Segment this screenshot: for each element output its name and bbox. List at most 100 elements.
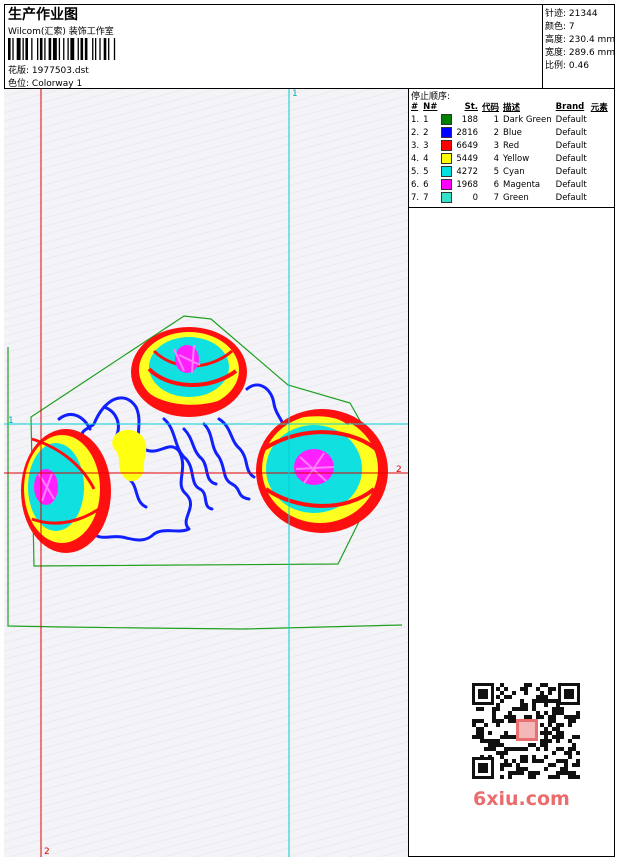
row-desc: Red xyxy=(503,140,520,151)
row-brand: Default xyxy=(555,179,587,190)
stats-panel: 针迹: 21344 颜色: 7 高度: 230.4 mm 宽度: 289.6 m… xyxy=(543,4,615,89)
stop-sequence-table: # N# St. 代码 描述 Brand 元素 1. 1 188 1 Dark Gree… xyxy=(409,101,610,204)
pattern-label: 花版: xyxy=(8,66,30,76)
row-num: 4. xyxy=(411,153,420,164)
header-panel: 生产作业图 Wilcom(汇索) 装饰工作室 花版: 1977503.dst 色… xyxy=(4,4,543,89)
row-num: 7. xyxy=(411,192,420,203)
col-header-color xyxy=(439,101,454,113)
barcode-icon xyxy=(8,38,116,60)
watermark-logo: 6xiu.com xyxy=(473,788,570,810)
company-name: Wilcom(汇索) 装饰工作室 xyxy=(8,27,114,37)
row-stitches: 4272 xyxy=(456,166,479,177)
colorway-label: 色位: xyxy=(8,79,30,89)
stat-height: 高度: 230.4 mm xyxy=(545,35,616,45)
row-desc: Dark Green xyxy=(503,114,552,125)
col-header-code: 代码 xyxy=(482,103,500,113)
row-num: 2. xyxy=(411,127,420,138)
col-header-num: # xyxy=(411,102,419,112)
top-flower xyxy=(131,327,247,417)
color-swatch xyxy=(441,127,453,138)
row-n: 3 xyxy=(423,140,429,151)
row-brand: Default xyxy=(555,114,587,125)
row-brand: Default xyxy=(555,140,587,151)
row-stitches: 2816 xyxy=(456,127,479,138)
row-num: 6. xyxy=(411,179,420,190)
row-num: 1. xyxy=(411,114,420,125)
color-swatch xyxy=(441,179,453,190)
pattern-info: 花版: 1977503.dst xyxy=(8,63,89,76)
row-code: 6 xyxy=(493,179,500,190)
row-swatch xyxy=(439,178,454,191)
col-header-stitches: St. xyxy=(464,102,479,112)
row-num: 3. xyxy=(411,140,420,151)
stat-width: 宽度: 289.6 mm xyxy=(545,48,616,58)
col-header-desc: 描述 xyxy=(503,103,521,113)
red-guide-label-bottom: 2 xyxy=(44,847,50,857)
right-flower xyxy=(256,409,388,533)
row-n: 6 xyxy=(423,179,429,190)
colorway-value: Colorway 1 xyxy=(31,79,83,89)
table-header-row: # N# St. 代码 描述 Brand 元素 xyxy=(409,101,610,113)
left-flower xyxy=(21,429,111,553)
row-desc: Green xyxy=(503,192,529,203)
table-row[interactable]: 7. 7 0 7 Green Default xyxy=(409,191,610,204)
row-stitches: 188 xyxy=(461,114,479,125)
color-swatch xyxy=(441,166,453,177)
row-code: 4 xyxy=(493,153,500,164)
color-swatch xyxy=(441,192,453,203)
row-element xyxy=(589,113,610,126)
color-swatch xyxy=(441,114,453,125)
color-swatch xyxy=(441,153,453,164)
row-swatch xyxy=(439,126,454,139)
row-swatch xyxy=(439,152,454,165)
row-stitches: 0 xyxy=(472,192,479,203)
row-desc: Blue xyxy=(503,127,522,138)
row-swatch xyxy=(439,113,454,126)
row-n: 4 xyxy=(423,153,429,164)
yellow-accent xyxy=(112,429,147,482)
qr-code-icon xyxy=(470,681,582,781)
row-desc: Cyan xyxy=(503,166,525,177)
table-row[interactable]: 3. 3 6649 3 Red Default xyxy=(409,139,610,152)
col-header-element: 元素 xyxy=(590,103,608,113)
row-element xyxy=(589,178,610,191)
row-element xyxy=(589,191,610,204)
table-row[interactable]: 5. 5 4272 5 Cyan Default xyxy=(409,165,610,178)
row-code: 2 xyxy=(493,127,500,138)
row-n: 1 xyxy=(423,114,429,125)
stat-colors: 颜色: 7 xyxy=(545,22,575,32)
row-desc: Yellow xyxy=(503,153,530,164)
table-row[interactable]: 6. 6 1968 6 Magenta Default xyxy=(409,178,610,191)
color-swatch xyxy=(441,140,453,151)
row-n: 2 xyxy=(423,127,429,138)
table-row[interactable]: 2. 2 2816 2 Blue Default xyxy=(409,126,610,139)
design-canvas[interactable]: 1 1 2 2 xyxy=(4,89,409,857)
table-row[interactable]: 4. 4 5449 4 Yellow Default xyxy=(409,152,610,165)
colorway-info: 色位: Colorway 1 xyxy=(8,76,82,89)
row-element xyxy=(589,126,610,139)
row-num: 5. xyxy=(411,166,420,177)
row-element xyxy=(589,152,610,165)
pattern-value: 1977503.dst xyxy=(31,66,89,76)
row-desc: Magenta xyxy=(503,179,541,190)
row-element xyxy=(589,139,610,152)
row-brand: Default xyxy=(555,166,587,177)
cyan-guide-label-left: 1 xyxy=(8,416,14,426)
red-guide-label-right: 2 xyxy=(396,465,402,475)
row-code: 3 xyxy=(493,140,500,151)
row-brand: Default xyxy=(555,192,587,203)
page-title: 生产作业图 xyxy=(8,7,78,23)
col-header-brand: Brand xyxy=(555,102,585,112)
row-code: 7 xyxy=(493,192,500,203)
row-swatch xyxy=(439,165,454,178)
panel-divider xyxy=(409,207,615,208)
row-brand: Default xyxy=(555,153,587,164)
embroidery-design xyxy=(4,89,408,857)
row-n: 5 xyxy=(423,166,429,177)
row-element xyxy=(589,165,610,178)
row-swatch xyxy=(439,139,454,152)
row-brand: Default xyxy=(555,127,587,138)
row-stitches: 6649 xyxy=(456,140,479,151)
col-header-n: N# xyxy=(423,102,438,112)
table-row[interactable]: 1. 1 188 1 Dark Green Default xyxy=(409,113,610,126)
